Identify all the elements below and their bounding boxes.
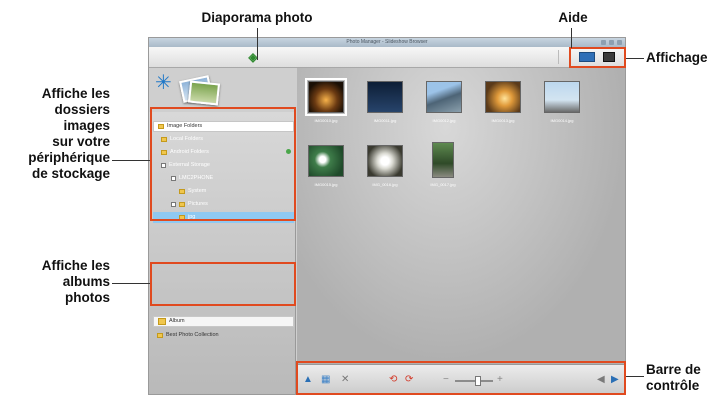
highlight-control-bar — [296, 361, 626, 395]
album-icon — [157, 333, 163, 338]
callout-albums-line: photos — [65, 290, 110, 305]
thumb-mountain-icon[interactable] — [426, 81, 462, 113]
album-icon — [158, 318, 166, 325]
callout-folders-line: dossiers — [54, 102, 110, 117]
highlight-albums — [150, 262, 296, 306]
toolbar: ◈ — [149, 47, 625, 68]
callout-folders-line: images — [63, 118, 110, 133]
leader-line-albums — [112, 283, 150, 284]
album-item[interactable]: Best Photo Collection — [157, 330, 219, 341]
callout-albums-line: albums — [62, 274, 110, 289]
thumbnail-caption: IMG0014.jpg — [550, 118, 574, 123]
maximize-icon[interactable] — [609, 40, 614, 45]
callout-help: Aide — [558, 10, 588, 25]
leader-line-slideshow — [257, 28, 258, 60]
thumb-white-flower-icon[interactable] — [367, 145, 403, 177]
callout-slideshow: Diaporama photo — [201, 10, 313, 25]
thumb-satellite-dish-icon[interactable] — [544, 81, 580, 113]
leader-line-display — [626, 58, 644, 59]
logo-star-icon: ✳ — [155, 72, 172, 94]
leader-line-help — [571, 28, 572, 48]
thumbnail-caption: IMG0011.jpg — [373, 118, 397, 123]
window-title: Photo Manager - Slideshow Browser — [346, 39, 428, 45]
album-item[interactable]: Album — [153, 316, 294, 327]
album-label: Best Photo Collection — [166, 332, 219, 338]
app-logo: ✳ — [149, 68, 224, 112]
callout-control-bar: Barre de contrôle — [646, 362, 728, 394]
thumb-flowers-icon[interactable] — [308, 145, 344, 177]
callout-control-line: contrôle — [646, 378, 700, 393]
photo-stack-icon — [187, 80, 221, 106]
callout-folders-line: Affiche les — [41, 86, 110, 101]
thumbnail-caption: IMG0012.jpg — [432, 118, 456, 123]
callout-albums: Affiche les albums photos — [2, 258, 110, 306]
thumbnail-caption: IMG0015.jpg — [314, 182, 338, 187]
thumbnail-caption: IMG0010.jpg — [314, 118, 338, 123]
thumb-night-city-icon[interactable] — [305, 78, 347, 116]
callout-folders-line: sur votre — [52, 134, 110, 149]
thumbnail-grid: IMG0010.jpg IMG0011.jpg IMG0012.jpg IMG0… — [297, 68, 625, 364]
callout-display: Affichage — [646, 50, 708, 65]
thumb-tree-icon[interactable] — [432, 142, 454, 178]
minimize-icon[interactable] — [601, 40, 606, 45]
thumbnail-caption: IMG0013.jpg — [491, 118, 515, 123]
close-icon[interactable] — [617, 40, 622, 45]
thumb-sunset-icon[interactable] — [485, 81, 521, 113]
thumbnail-caption: IMG_0016.jpg — [372, 182, 398, 187]
highlight-folders — [150, 107, 296, 221]
thumbnail-caption: IMG_0017.jpg — [430, 182, 456, 187]
thumb-tower-icon[interactable] — [367, 81, 403, 113]
leader-line-control-bar — [626, 376, 644, 377]
callout-folders-line: périphérique — [28, 150, 110, 165]
callout-control-line: Barre de — [646, 362, 701, 377]
leader-line-folders — [112, 160, 150, 161]
callout-folders-line: de stockage — [31, 166, 110, 181]
callout-albums-line: Affiche les — [41, 258, 110, 273]
callout-folders: Affiche les dossiers images sur votre pé… — [2, 86, 110, 182]
highlight-help-display — [569, 47, 626, 68]
album-label: Album — [169, 318, 185, 324]
window-controls — [601, 40, 622, 45]
title-bar: Photo Manager - Slideshow Browser — [149, 38, 625, 47]
